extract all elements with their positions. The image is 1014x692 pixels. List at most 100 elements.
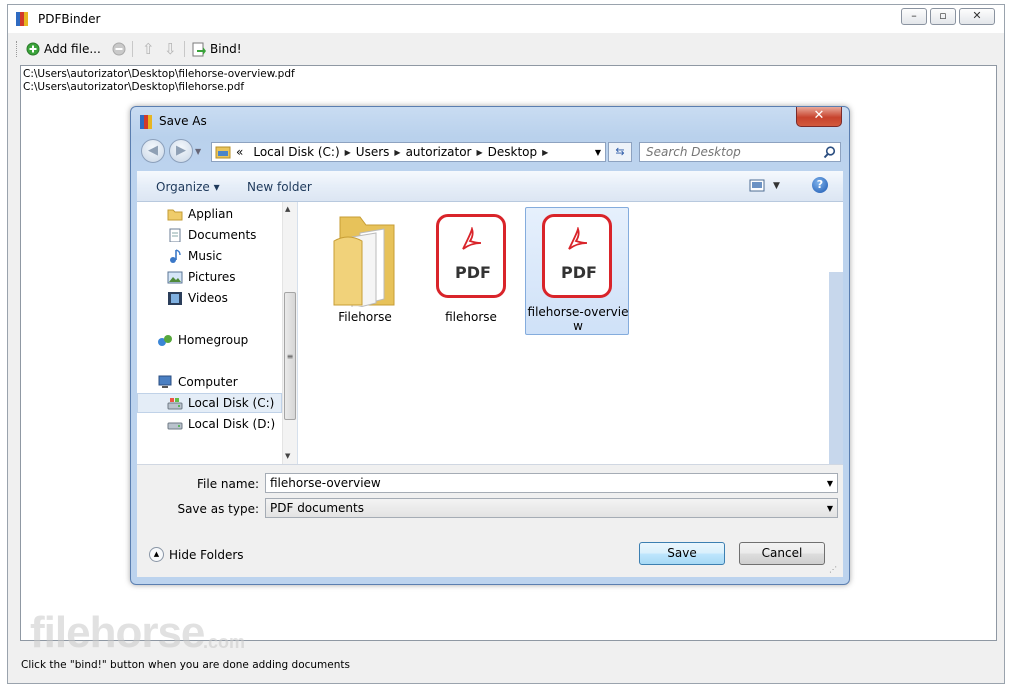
- help-button[interactable]: ?: [812, 177, 828, 193]
- resize-grip-icon[interactable]: ⋰: [829, 565, 837, 574]
- chevron-down-icon[interactable]: ▼: [827, 479, 833, 488]
- breadcrumb-desktop[interactable]: Desktop: [483, 145, 543, 159]
- dialog-title: Save As: [159, 114, 207, 128]
- pdf-file-icon: PDF: [542, 214, 612, 298]
- move-down-button[interactable]: ⇩: [164, 40, 177, 58]
- bind-label: Bind!: [210, 42, 242, 56]
- close-icon: ✕: [972, 9, 982, 22]
- pdf-label: PDF: [455, 263, 491, 282]
- close-icon: ✕: [813, 108, 825, 123]
- add-icon: [26, 42, 40, 56]
- file-label: filehorse-overvie: [527, 305, 629, 319]
- remove-button[interactable]: [112, 40, 126, 58]
- file-tile-pdf-selected[interactable]: PDF filehorse-overvie w: [525, 207, 629, 335]
- refresh-icon: ⇆: [615, 145, 625, 158]
- new-folder-button[interactable]: New folder: [247, 180, 312, 194]
- chevron-down-icon[interactable]: ▼: [827, 504, 833, 513]
- recent-locations-dropdown[interactable]: ▼: [195, 147, 201, 156]
- main-titlebar[interactable]: PDFBinder – ▫ ✕: [8, 5, 1004, 33]
- maximize-button[interactable]: ▫: [930, 8, 956, 25]
- watermark-logo: filehorse: [30, 608, 205, 657]
- chevron-up-icon: ▲: [149, 547, 164, 562]
- toolbar: Add file... ⇧ ⇩ Bind!: [16, 35, 996, 63]
- file-tile-pdf[interactable]: PDF filehorse: [419, 207, 523, 335]
- bind-icon: [192, 42, 206, 56]
- toolbar-separator: [184, 41, 185, 57]
- nav-item-homegroup[interactable]: Homegroup: [137, 330, 302, 350]
- drive-icon: [167, 398, 183, 410]
- back-button[interactable]: ◀: [141, 139, 165, 163]
- toolbar-grip: [16, 41, 20, 57]
- remove-icon: [112, 42, 126, 56]
- forward-button[interactable]: ▶: [169, 139, 193, 163]
- toolbar-separator: [132, 41, 133, 57]
- file-list-item[interactable]: C:\Users\autorizator\Desktop\filehorse-o…: [23, 68, 996, 81]
- add-file-label: Add file...: [44, 42, 101, 56]
- forward-arrow-icon: ▶: [176, 143, 186, 158]
- acrobat-logo-icon: [462, 227, 482, 250]
- file-name-field[interactable]: filehorse-overview ▼: [265, 473, 838, 493]
- file-label: filehorse: [445, 310, 497, 324]
- breadcrumb-arrow-icon[interactable]: ▶: [542, 148, 548, 157]
- homegroup-icon: [158, 335, 172, 346]
- nav-item-label: Homegroup: [178, 333, 249, 347]
- address-dropdown-icon[interactable]: ▼: [595, 148, 601, 157]
- refresh-button[interactable]: ⇆: [608, 142, 632, 162]
- music-icon: [170, 249, 181, 263]
- bind-button[interactable]: Bind!: [192, 40, 242, 58]
- save-as-type-select[interactable]: PDF documents ▼: [265, 498, 838, 518]
- search-icon[interactable]: [823, 146, 836, 159]
- organize-button[interactable]: Organize ▾: [156, 180, 220, 194]
- address-bar[interactable]: « Local Disk (C:) ▶ Users ▶ autorizator …: [211, 142, 606, 162]
- save-button[interactable]: Save: [639, 542, 725, 565]
- nav-item-label: Applian: [188, 207, 234, 221]
- close-window-button[interactable]: ✕: [959, 8, 995, 25]
- videos-icon: [168, 292, 182, 305]
- computer-icon: [158, 375, 172, 388]
- dialog-content: Applian Documents Music Pictures Videos …: [137, 202, 843, 464]
- scroll-up-icon[interactable]: ▲: [285, 205, 290, 213]
- nav-scrollbar[interactable]: ▲ ≡ ▼: [282, 202, 297, 464]
- search-input[interactable]: [646, 145, 816, 159]
- location-icon: [215, 146, 231, 159]
- nav-item-computer[interactable]: Computer: [137, 372, 302, 392]
- change-view-button[interactable]: ▼: [749, 179, 780, 192]
- save-options-panel: File name: filehorse-overview ▼ Save as …: [137, 464, 843, 577]
- watermark-suffix: .com: [203, 632, 246, 652]
- nav-item-label: Videos: [188, 291, 228, 305]
- search-box: [639, 142, 841, 162]
- pictures-icon: [167, 271, 183, 284]
- file-list-item[interactable]: C:\Users\autorizator\Desktop\filehorse.p…: [23, 81, 996, 94]
- scroll-down-icon[interactable]: ▼: [285, 452, 290, 460]
- pdf-file-icon: PDF: [436, 214, 506, 298]
- command-bar: Organize ▾ New folder ▼ ?: [137, 171, 843, 202]
- nav-item-label: Local Disk (C:): [188, 396, 275, 410]
- cancel-button[interactable]: Cancel: [739, 542, 825, 565]
- file-pane-edge: [829, 272, 843, 464]
- breadcrumb-users[interactable]: Users: [351, 145, 395, 159]
- nav-item-local-disk-c[interactable]: Local Disk (C:): [137, 393, 282, 413]
- save-as-dialog: Save As ✕ ◀ ▶ ▼ « Local Disk (C:) ▶ User…: [130, 106, 850, 585]
- back-arrow-icon: ◀: [148, 143, 158, 158]
- dialog-close-button[interactable]: ✕: [796, 107, 842, 127]
- save-as-type-value: PDF documents: [270, 501, 364, 515]
- hide-folders-button[interactable]: ▲ Hide Folders: [149, 547, 244, 562]
- acrobat-logo-icon: [568, 227, 588, 250]
- folder-icon: [167, 209, 183, 221]
- move-up-button[interactable]: ⇧: [142, 40, 155, 58]
- window-title: PDFBinder: [38, 12, 101, 26]
- navigation-pane: Applian Documents Music Pictures Videos …: [137, 202, 298, 464]
- nav-item-label: Pictures: [188, 270, 236, 284]
- file-tile-folder[interactable]: Filehorse: [313, 207, 417, 335]
- nav-scroll-thumb[interactable]: ≡: [284, 292, 296, 420]
- drive-icon: [167, 422, 183, 430]
- add-file-button[interactable]: Add file...: [26, 40, 101, 58]
- nav-item-label: Documents: [188, 228, 257, 242]
- breadcrumb-autorizator[interactable]: autorizator: [401, 145, 477, 159]
- address-overflow[interactable]: «: [231, 145, 248, 159]
- chevron-down-icon: ▼: [773, 180, 780, 191]
- minimize-button[interactable]: –: [901, 8, 927, 25]
- file-name-value: filehorse-overview: [270, 476, 381, 490]
- arrow-up-icon: ⇧: [142, 40, 155, 58]
- breadcrumb-local-disk[interactable]: Local Disk (C:): [248, 145, 344, 159]
